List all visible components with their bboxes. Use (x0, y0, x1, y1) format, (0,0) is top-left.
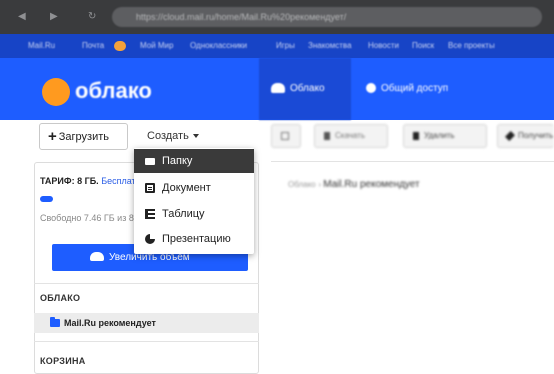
upload-button[interactable]: + Загрузить (39, 123, 128, 150)
select-all-checkbox[interactable] (271, 124, 301, 148)
portal-link[interactable]: Знакомства (308, 34, 352, 58)
mail-notification-icon[interactable] (114, 41, 126, 51)
divider (271, 161, 554, 162)
pie-chart-icon (145, 234, 155, 244)
folder-icon (145, 158, 155, 165)
chevron-down-icon (192, 134, 199, 139)
divider (34, 341, 259, 342)
portal-bar: Mail.Ru Почта Мой Мир Одноклассники Игры… (0, 34, 554, 58)
sidebar-item-folder[interactable]: Mail.Ru рекомендует (34, 313, 259, 333)
forward-icon[interactable]: ▶ (50, 12, 60, 22)
portal-link[interactable]: Поиск (412, 34, 434, 58)
menu-item-document[interactable]: Документ (134, 176, 254, 200)
portal-link[interactable]: Новости (368, 34, 399, 58)
section-cloud[interactable]: ОБЛАКО (40, 293, 80, 303)
tab-shared[interactable]: Общий доступ (360, 58, 480, 120)
create-dropdown-menu: Папку Документ Таблицу Презентацию (134, 148, 254, 254)
document-icon (145, 183, 155, 193)
link-icon (505, 130, 515, 141)
menu-item-presentation[interactable]: Презентацию (134, 227, 254, 251)
divider (34, 283, 259, 284)
get-link-button[interactable]: Получить ссылку (497, 124, 554, 148)
portal-link[interactable]: Одноклассники (190, 34, 247, 58)
cloud-icon (90, 252, 104, 261)
tab-cloud[interactable]: Облако (259, 58, 351, 120)
menu-item-folder[interactable]: Папку (134, 149, 254, 173)
portal-link[interactable]: Все проекты (448, 34, 495, 58)
reload-icon[interactable]: ↻ (88, 12, 98, 22)
storage-progress-fill (40, 196, 53, 202)
cloud-icon (271, 83, 285, 94)
portal-link[interactable]: Почта (82, 34, 104, 58)
back-icon[interactable]: ◀ (18, 12, 28, 22)
table-icon (145, 209, 155, 219)
browser-toolbar: ◀ ▶ ↻ https://cloud.mail.ru/home/Mail.Ru… (0, 0, 554, 34)
portal-link[interactable]: Мой Мир (140, 34, 173, 58)
create-button[interactable]: Создать (139, 123, 219, 150)
folder-icon (50, 317, 60, 327)
portal-link[interactable]: Игры (276, 34, 295, 58)
free-space: Свободно 7.46 ГБ из 8 ГБ (40, 213, 148, 223)
trash-icon (413, 131, 419, 140)
download-icon (324, 131, 330, 140)
checkbox-icon (281, 131, 289, 140)
plus-icon: + (48, 128, 57, 145)
delete-button[interactable]: Удалить (403, 124, 487, 148)
download-button[interactable]: Скачать (314, 124, 388, 148)
logo-icon[interactable] (42, 78, 70, 106)
portal-link[interactable]: Mail.Ru (28, 34, 55, 58)
section-trash[interactable]: КОРЗИНА (40, 356, 86, 366)
people-icon (366, 83, 376, 94)
breadcrumb-current: Mail.Ru рекомендует (323, 179, 420, 190)
breadcrumb: Облако › Mail.Ru рекомендует (288, 179, 420, 190)
breadcrumb-root[interactable]: Облако (288, 180, 316, 189)
menu-item-spreadsheet[interactable]: Таблицу (134, 202, 254, 226)
address-bar[interactable]: https://cloud.mail.ru/home/Mail.Ru%20рек… (112, 7, 542, 27)
logo[interactable]: облако (75, 79, 152, 103)
